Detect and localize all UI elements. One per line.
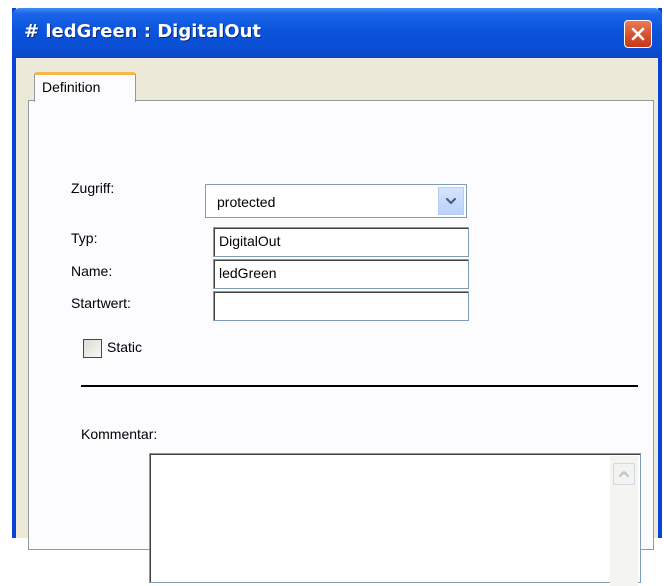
type-field[interactable]: DigitalOut (213, 227, 469, 257)
start-value-field[interactable] (213, 291, 469, 321)
scroll-up-arrow-icon (619, 471, 629, 477)
name-label: Name: (71, 263, 113, 279)
name-field[interactable]: ledGreen (213, 259, 469, 289)
access-dropdown-button[interactable] (438, 187, 464, 215)
comment-scrollbar[interactable] (610, 456, 638, 586)
tab-definition[interactable]: Definition (34, 72, 136, 102)
dialog-client-area: Definition Zugriff: protected Typ: Digit… (16, 58, 658, 586)
section-divider (81, 385, 638, 387)
access-select[interactable]: protected (205, 184, 467, 218)
comment-textarea[interactable] (149, 453, 641, 586)
close-icon (631, 27, 645, 41)
scroll-up-button[interactable] (613, 463, 635, 485)
access-select-value: protected (217, 194, 276, 210)
start-value-label: Startwert: (71, 295, 131, 311)
tab-definition-label: Definition (42, 79, 101, 95)
name-field-value: ledGreen (219, 265, 277, 281)
access-label: Zugriff: (71, 180, 115, 196)
title-bar[interactable]: # ledGreen : DigitalOut (12, 8, 662, 58)
comment-label: Kommentar: (81, 426, 158, 442)
type-field-value: DigitalOut (219, 233, 281, 249)
dialog-window: # ledGreen : DigitalOut Definition Zugri… (12, 8, 662, 586)
window-title: # ledGreen : DigitalOut (24, 21, 262, 42)
close-button[interactable] (624, 20, 652, 48)
static-checkbox-label[interactable]: Static (107, 339, 142, 355)
chevron-down-icon (445, 197, 457, 205)
tab-panel: Zugriff: protected Typ: DigitalOut Name:… (28, 100, 654, 586)
type-label: Typ: (71, 230, 98, 246)
static-checkbox[interactable] (83, 339, 102, 358)
